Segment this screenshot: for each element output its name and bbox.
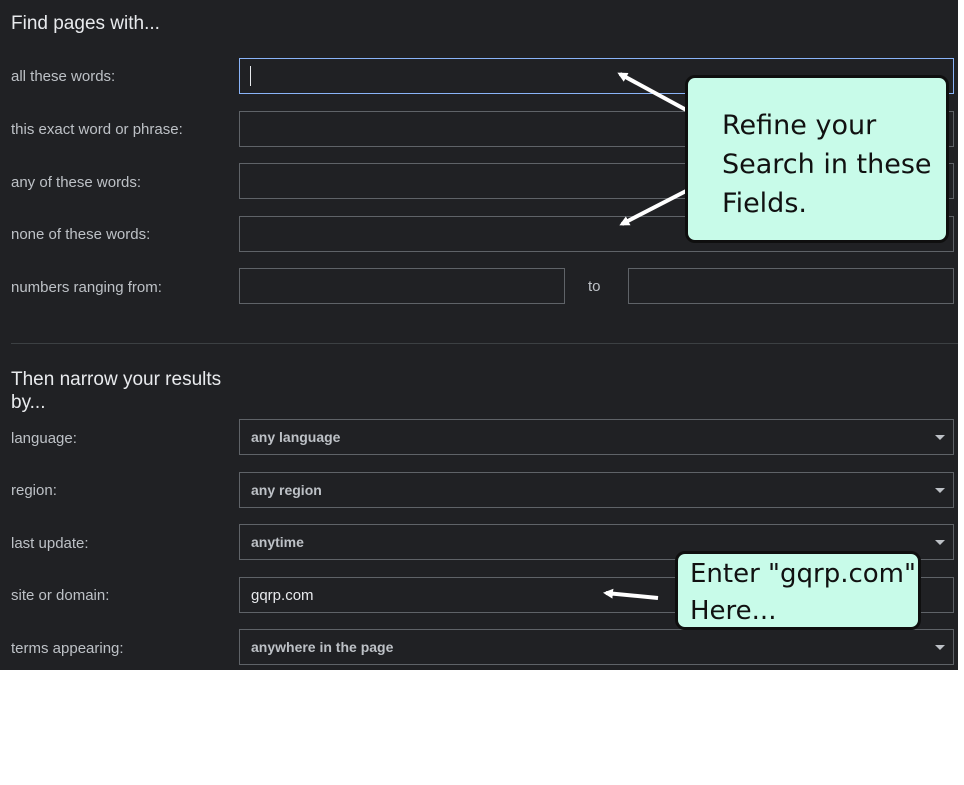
- enter-site-callout: Enter "gqrp.com" Here...: [675, 551, 921, 630]
- refine-search-callout: Refine your Search in these Fields.: [685, 75, 949, 243]
- refine-search-callout-text: Refine your Search in these Fields.: [722, 110, 932, 219]
- arrow-to-all-words: [617, 72, 691, 114]
- arrow-to-site-domain: [603, 588, 659, 600]
- enter-site-callout-text: Enter "gqrp.com" Here...: [690, 559, 916, 626]
- arrow-to-none-words: [619, 188, 689, 226]
